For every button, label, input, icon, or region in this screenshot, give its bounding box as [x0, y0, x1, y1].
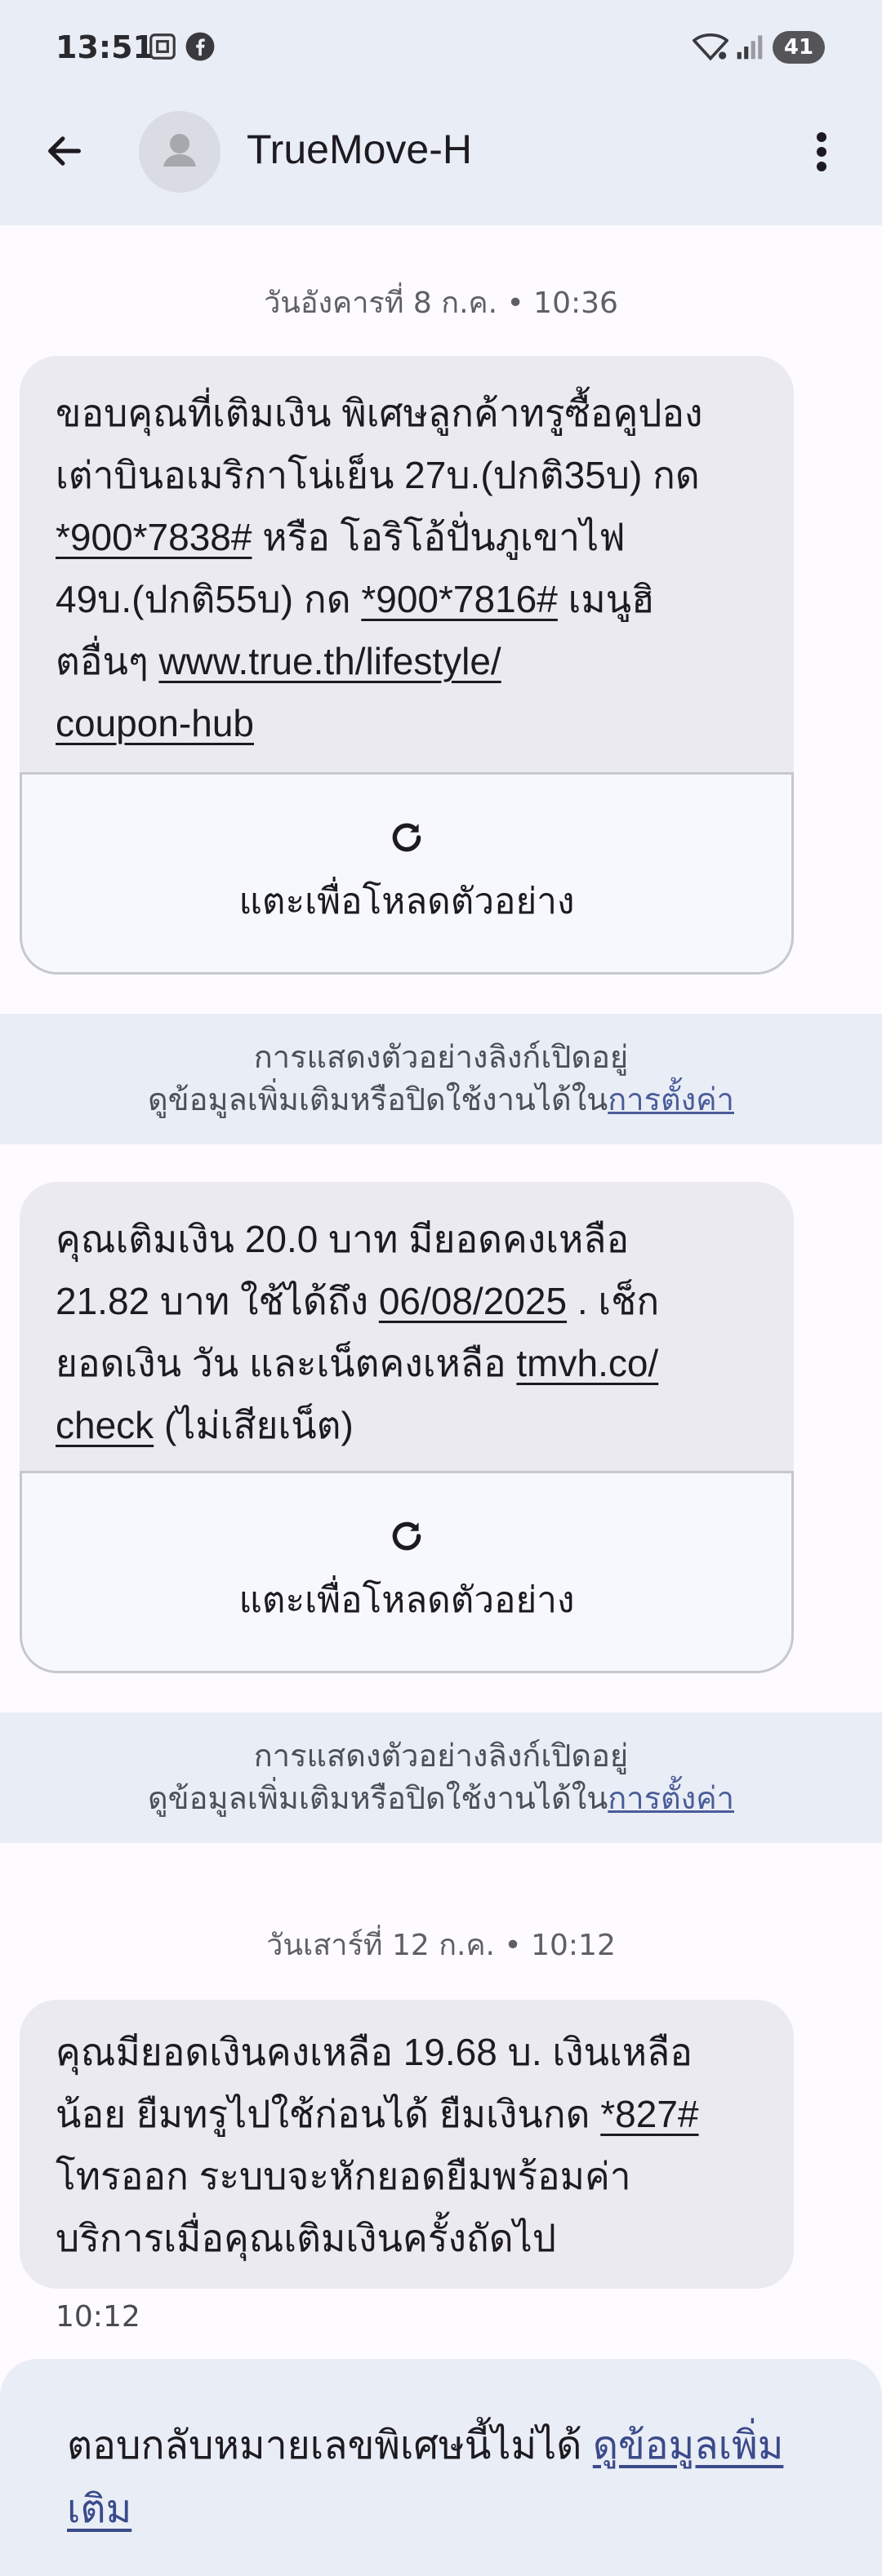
preview-label: แตะเพื่อโหลดตัวอย่าง — [238, 1580, 575, 1620]
banner-line: ดูข้อมูลเพิ่มเติมหรือปิดใช้งานได้ใน — [148, 1083, 608, 1117]
message-line: หรือ โอริโอ้ปั่นภูเขาไฟ — [252, 516, 626, 558]
facebook-icon — [185, 31, 216, 65]
reply-disabled-footer: ตอบกลับหมายเลขพิเศษนี้ไม่ได้ ดูข้อมูลเพิ… — [0, 2359, 882, 2576]
message-line: . เช็ก — [567, 1280, 660, 1322]
status-time: 13:51 — [56, 29, 154, 65]
battery-indicator: 41 — [773, 31, 825, 64]
message-line: 21.82 บาท ใช้ได้ถึง — [56, 1280, 379, 1322]
message-bubble[interactable]: คุณมียอดเงินคงเหลือ 19.68 บ. เงินเหลือ น… — [20, 2000, 794, 2289]
refresh-icon — [386, 817, 427, 861]
message-bubble[interactable]: คุณเติมเงิน 20.0 บาท มียอดคงเหลือ 21.82 … — [20, 1182, 794, 1673]
message-text: คุณเติมเงิน 20.0 บาท มียอดคงเหลือ 21.82 … — [20, 1182, 794, 1471]
ussd-code-link[interactable]: *900*7816# — [361, 578, 557, 620]
footer-message: ตอบกลับหมายเลขพิเศษนี้ไม่ได้ — [67, 2424, 593, 2467]
back-arrow-icon[interactable] — [36, 122, 93, 180]
message-line: เมนูฮิ — [557, 578, 655, 620]
link-preview-banner: การแสดงตัวอย่างลิงก์เปิดอยู่ ดูข้อมูลเพิ… — [0, 1014, 882, 1144]
preview-label: แตะเพื่อโหลดตัวอย่าง — [238, 882, 575, 922]
banner-line: การแสดงตัวอย่างลิงก์เปิดอยู่ — [253, 1739, 629, 1774]
wifi-icon — [692, 31, 729, 65]
message-line: คุณเติมเงิน 20.0 บาท มียอดคงเหลือ — [56, 1218, 630, 1260]
banner-line: ดูข้อมูลเพิ่มเติมหรือปิดใช้งานได้ใน — [148, 1782, 608, 1816]
message-line: ขอบคุณที่เติมเงิน พิเศษลูกค้าทรูซื้อคูปอ… — [56, 392, 703, 434]
more-options-icon[interactable] — [797, 122, 846, 181]
link-preview-button[interactable]: แตะเพื่อโหลดตัวอย่าง — [20, 772, 794, 975]
message-bubble[interactable]: ขอบคุณที่เติมเงิน พิเศษลูกค้าทรูซื้อคูปอ… — [20, 356, 794, 975]
settings-link[interactable]: การตั้งค่า — [608, 1083, 734, 1117]
banner-line: การแสดงตัวอย่างลิงก์เปิดอยู่ — [253, 1041, 629, 1075]
url-link[interactable]: check — [56, 1404, 154, 1446]
message-line: น้อย ยืมทรูไปใช้ก่อนได้ ยืมเงินกด — [56, 2093, 601, 2135]
url-link[interactable]: www.true.th/lifestyle/ — [158, 640, 501, 682]
learn-more-link[interactable]: เติม — [67, 2488, 131, 2531]
screenshot-icon — [147, 31, 178, 65]
ussd-code-link[interactable]: *900*7838# — [56, 516, 252, 558]
link-preview-button[interactable]: แตะเพื่อโหลดตัวอย่าง — [20, 1471, 794, 1673]
date-separator: วันอังคารที่ 8 ก.ค. • 10:36 — [264, 286, 618, 320]
message-line: คุณมียอดเงินคงเหลือ 19.68 บ. เงินเหลือ — [56, 2031, 693, 2073]
message-line: ยอดเงิน วัน และเน็ตคงเหลือ — [56, 1342, 517, 1384]
message-line: (ไม่เสียเน็ต) — [154, 1404, 354, 1446]
date-separator: วันเสาร์ที่ 12 ก.ค. • 10:12 — [266, 1929, 616, 1962]
message-line: เต่าบินอเมริกาโน่เย็น 27บ.(ปกติ35บ) กด — [56, 454, 700, 496]
url-link[interactable]: coupon-hub — [56, 702, 254, 744]
settings-link[interactable]: การตั้งค่า — [608, 1782, 734, 1816]
contact-title[interactable]: TrueMove-H — [247, 126, 472, 173]
message-line: บริการเมื่อคุณเติมเงินครั้งถัดไป — [56, 2217, 556, 2259]
url-link[interactable]: tmvh.co/ — [516, 1342, 658, 1384]
footer-text: ตอบกลับหมายเลขพิเศษนี้ไม่ได้ ดูข้อมูลเพิ… — [67, 2414, 818, 2542]
learn-more-link[interactable]: ดูข้อมูลเพิ่ม — [593, 2424, 784, 2467]
message-line: 49บ.(ปกติ55บ) กด — [56, 578, 362, 620]
refresh-icon — [386, 1516, 427, 1560]
date-link[interactable]: 06/08/2025 — [379, 1280, 567, 1322]
message-text: คุณมียอดเงินคงเหลือ 19.68 บ. เงินเหลือ น… — [20, 2000, 794, 2284]
avatar[interactable] — [139, 111, 220, 193]
message-line: ตอื่นๆ — [56, 640, 159, 682]
message-text: ขอบคุณที่เติมเงิน พิเศษลูกค้าทรูซื้อคูปอ… — [20, 356, 794, 769]
signal-icon — [735, 33, 764, 64]
message-timestamp: 10:12 — [56, 2300, 140, 2334]
message-line: โทรออก ระบบจะหักยอดยืมพร้อมค่า — [56, 2155, 631, 2197]
link-preview-banner: การแสดงตัวอย่างลิงก์เปิดอยู่ ดูข้อมูลเพิ… — [0, 1712, 882, 1843]
ussd-code-link[interactable]: *827# — [600, 2093, 698, 2135]
